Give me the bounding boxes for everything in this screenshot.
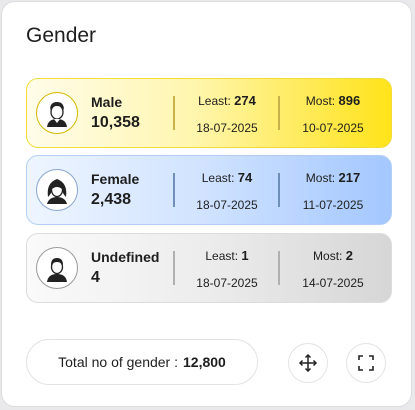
gender-card: Gender Male 10,358 Least: 274 18-07-2025… xyxy=(1,1,412,407)
total-label: Total no of gender : xyxy=(58,354,179,370)
divider xyxy=(278,96,280,130)
least-date: 18-07-2025 xyxy=(196,121,258,135)
least-label: Least: xyxy=(198,94,231,108)
card-title: Gender xyxy=(26,24,97,47)
most-label: Most: xyxy=(305,171,336,185)
gender-row-male[interactable]: Male 10,358 Least: 274 18-07-2025 Most: … xyxy=(26,78,392,148)
least-date: 18-07-2025 xyxy=(196,198,258,212)
gender-row-female[interactable]: Female 2,438 Least: 74 18-07-2025 Most: … xyxy=(26,155,392,225)
least-date: 18-07-2025 xyxy=(196,276,258,290)
undefined-avatar-icon xyxy=(36,247,78,289)
least-value: 274 xyxy=(234,93,256,108)
most-date: 14-07-2025 xyxy=(302,276,364,290)
move-button[interactable] xyxy=(288,343,328,383)
most-value: 217 xyxy=(338,170,361,185)
divider xyxy=(278,251,280,285)
total-gender-pill: Total no of gender : 12,800 xyxy=(26,339,258,385)
most-date: 10-07-2025 xyxy=(302,121,364,135)
gender-count: 4 xyxy=(91,269,100,286)
divider xyxy=(173,96,175,130)
divider xyxy=(173,251,175,285)
least-label: Least: xyxy=(205,249,239,263)
total-value: 12,800 xyxy=(183,354,226,370)
gender-row-undefined[interactable]: Undefined 4 Least: 1 18-07-2025 Most: 2 … xyxy=(26,233,392,303)
most-label: Most: xyxy=(305,94,336,108)
fullscreen-icon xyxy=(358,355,374,371)
divider xyxy=(278,173,280,207)
most-label: Most: xyxy=(313,249,343,263)
most-value: 2 xyxy=(345,248,353,263)
fullscreen-button[interactable] xyxy=(346,343,386,383)
gender-name: Undefined xyxy=(91,249,160,265)
least-value: 74 xyxy=(237,170,253,185)
female-avatar-icon xyxy=(36,169,78,211)
gender-count: 2,438 xyxy=(91,191,132,208)
least-label: Least: xyxy=(201,171,235,185)
gender-count: 10,358 xyxy=(91,114,140,131)
most-date: 11-07-2025 xyxy=(302,198,364,212)
most-value: 896 xyxy=(338,93,361,108)
least-value: 1 xyxy=(241,248,249,263)
divider xyxy=(173,173,175,207)
gender-name: Female xyxy=(91,171,140,187)
gender-name: Male xyxy=(91,94,123,110)
move-icon xyxy=(298,353,318,373)
male-avatar-icon xyxy=(36,92,78,134)
